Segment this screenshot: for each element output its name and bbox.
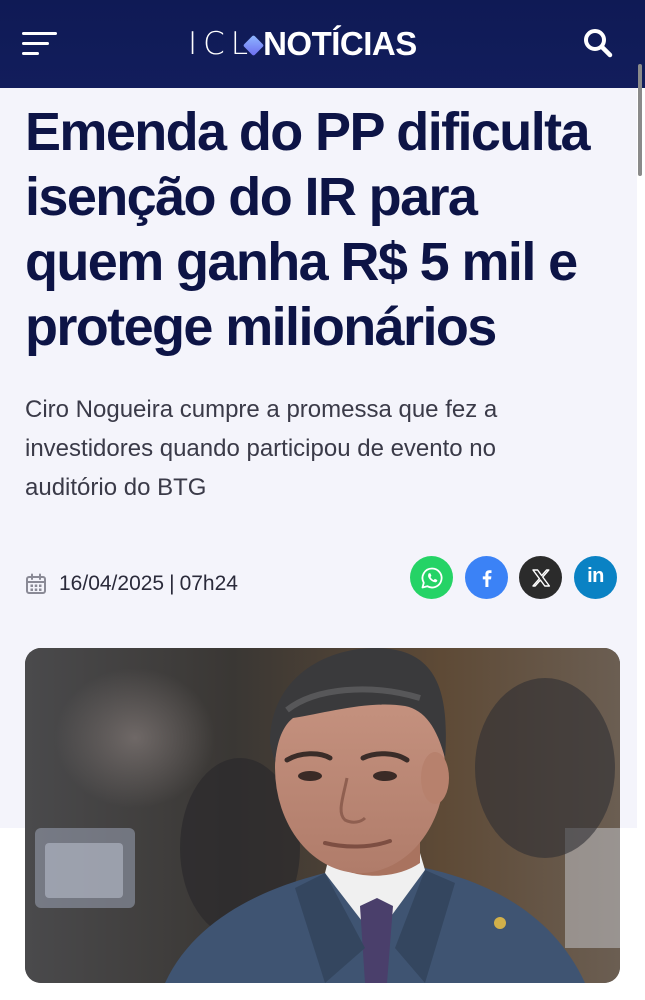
article-headline: Emenda do PP dificulta isenção do IR par… bbox=[25, 102, 591, 357]
search-icon[interactable] bbox=[581, 26, 615, 60]
article-subtitle: Ciro Nogueira cumpre a promessa que fez … bbox=[25, 396, 498, 501]
article-time: 07h24 bbox=[179, 572, 238, 595]
share-x-button[interactable] bbox=[519, 556, 562, 599]
site-logo[interactable]: ICL NOTÍCIAS bbox=[188, 22, 417, 66]
share-facebook-button[interactable] bbox=[465, 556, 508, 599]
date-time-separator: | bbox=[169, 572, 175, 595]
share-whatsapp-button[interactable] bbox=[410, 556, 453, 599]
scrollbar[interactable] bbox=[638, 64, 642, 176]
article-date: 16/04/2025 bbox=[59, 572, 165, 595]
calendar-icon bbox=[26, 573, 46, 594]
site-header: ICL NOTÍCIAS bbox=[0, 0, 645, 88]
facebook-icon bbox=[482, 569, 491, 587]
share-linkedin-button[interactable]: in bbox=[574, 556, 617, 599]
hamburger-menu-icon[interactable] bbox=[22, 28, 58, 58]
article-photo[interactable] bbox=[25, 648, 620, 983]
linkedin-icon: in bbox=[587, 565, 604, 587]
x-icon bbox=[531, 568, 550, 587]
logo-section: NOTÍCIAS bbox=[263, 25, 417, 62]
article-page: ICL NOTÍCIAS Emenda do PP dificulta isen… bbox=[0, 0, 645, 1000]
whatsapp-icon bbox=[421, 567, 442, 588]
article-dateline: 16/04/2025 | 07h24 bbox=[25, 566, 238, 602]
